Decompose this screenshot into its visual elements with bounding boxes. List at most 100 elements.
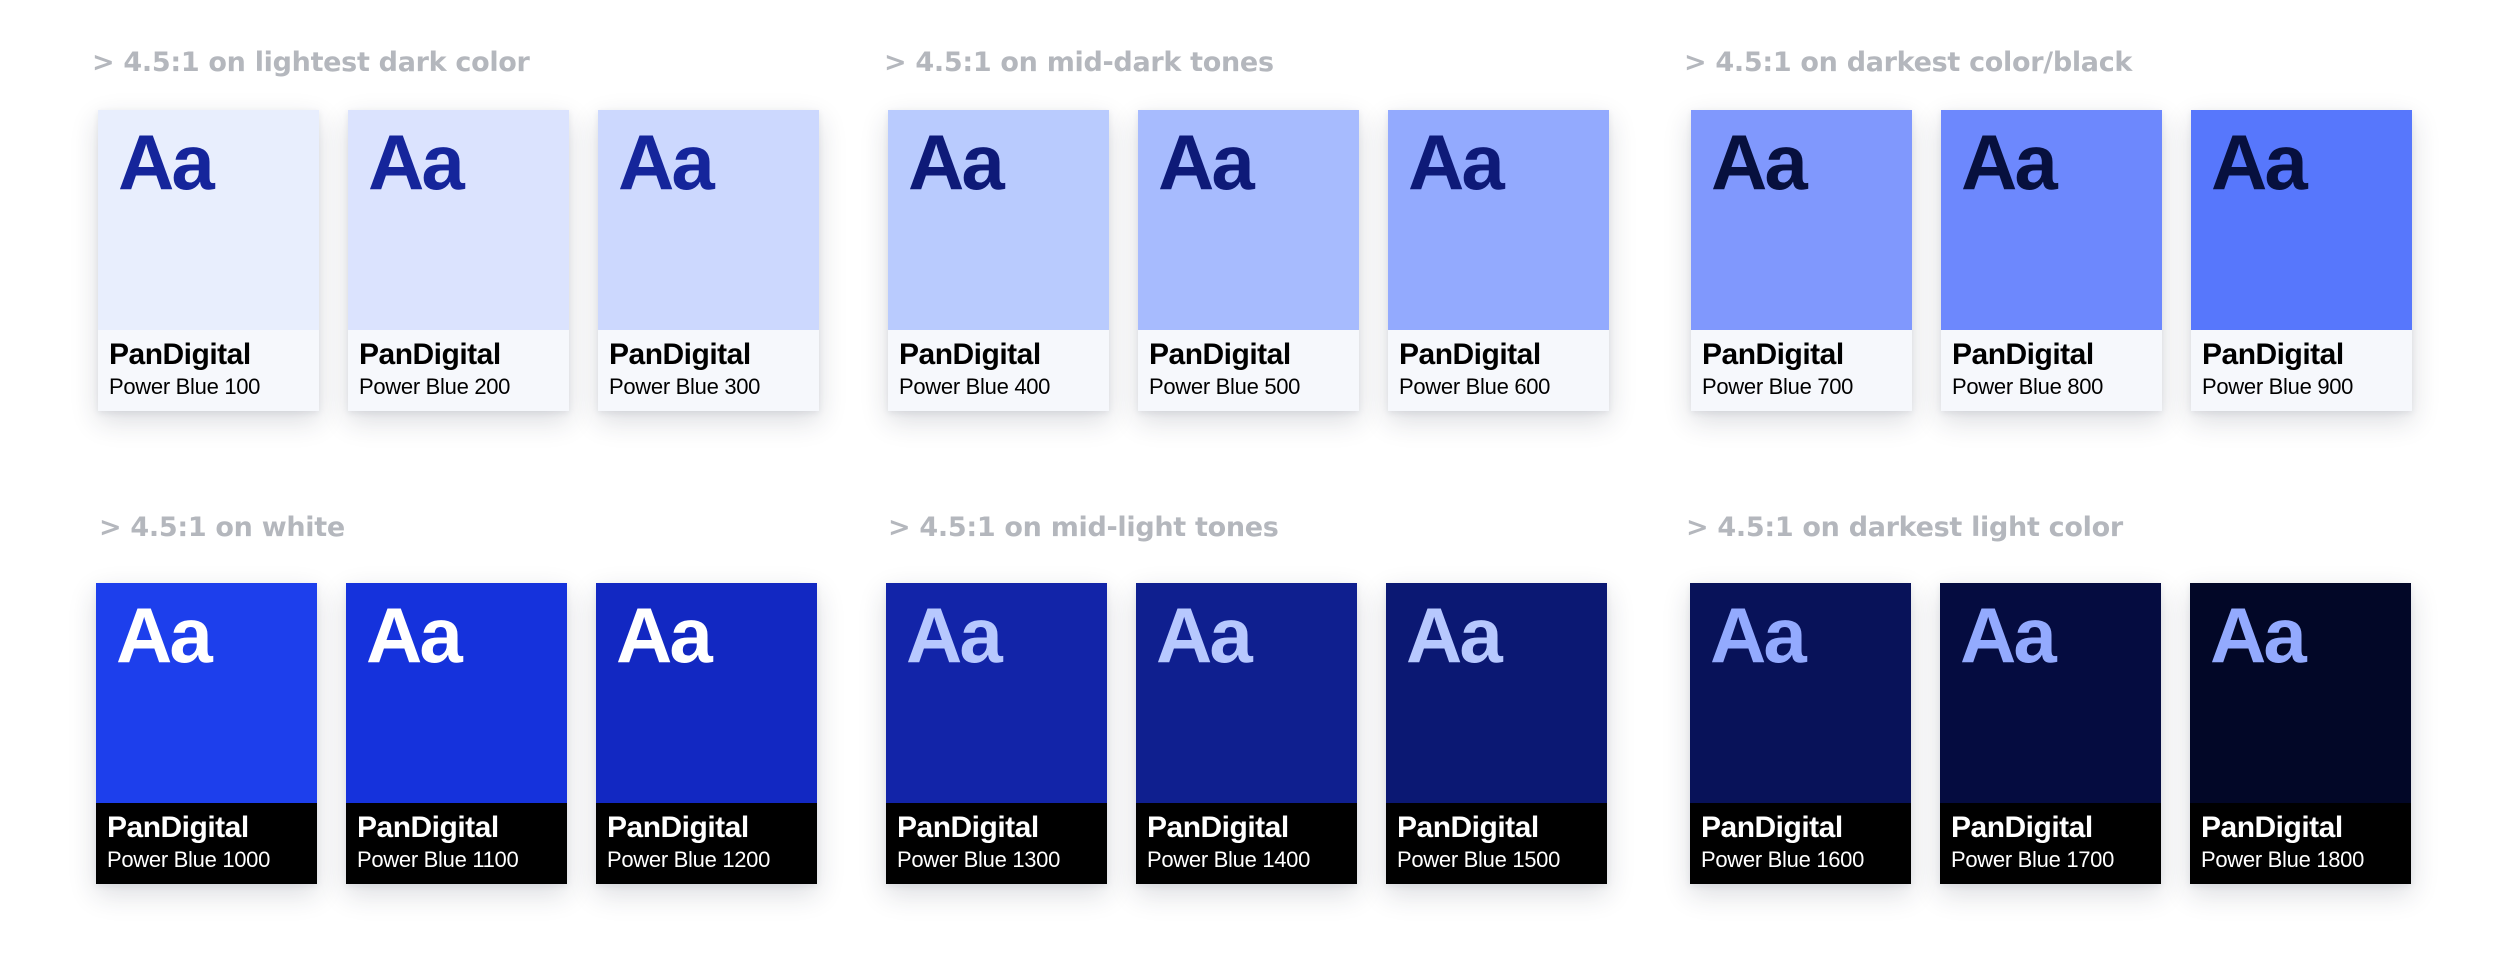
sample-text: Aa bbox=[366, 591, 463, 679]
sample-text: Aa bbox=[618, 118, 715, 206]
sample-text: Aa bbox=[1156, 591, 1253, 679]
color-swatch-card: Aa PanDigital Power Blue 1700 bbox=[1940, 583, 2161, 884]
swatch-color-block: Aa bbox=[1691, 110, 1912, 330]
color-swatch-card: Aa PanDigital Power Blue 1400 bbox=[1136, 583, 1357, 884]
color-name: Power Blue 1100 bbox=[357, 847, 519, 872]
swatch-label: PanDigital Power Blue 700 bbox=[1691, 330, 1912, 411]
brand-name: PanDigital bbox=[1951, 811, 2093, 844]
brand-name: PanDigital bbox=[109, 338, 251, 371]
brand-name: PanDigital bbox=[607, 811, 749, 844]
swatch-label: PanDigital Power Blue 500 bbox=[1138, 330, 1359, 411]
color-swatch-card: Aa PanDigital Power Blue 100 bbox=[98, 110, 319, 411]
sample-text: Aa bbox=[2211, 118, 2308, 206]
brand-name: PanDigital bbox=[1701, 811, 1843, 844]
swatch-color-block: Aa bbox=[348, 110, 569, 330]
color-swatch-card: Aa PanDigital Power Blue 1800 bbox=[2190, 583, 2411, 884]
sample-text: Aa bbox=[2210, 591, 2307, 679]
sample-text: Aa bbox=[368, 118, 465, 206]
brand-name: PanDigital bbox=[1399, 338, 1541, 371]
swatch-label: PanDigital Power Blue 200 bbox=[348, 330, 569, 411]
swatch-label: PanDigital Power Blue 1500 bbox=[1386, 803, 1607, 884]
group-heading-darkest-color-black: > 4.5:1 on darkest color/black bbox=[1684, 47, 2133, 78]
color-swatch-card: Aa PanDigital Power Blue 1500 bbox=[1386, 583, 1607, 884]
swatch-color-block: Aa bbox=[598, 110, 819, 330]
color-name: Power Blue 1700 bbox=[1951, 847, 2115, 872]
brand-name: PanDigital bbox=[1397, 811, 1539, 844]
brand-name: PanDigital bbox=[1149, 338, 1291, 371]
group-heading-mid-light-tones: > 4.5:1 on mid-light tones bbox=[888, 512, 1279, 543]
color-swatch-card: Aa PanDigital Power Blue 500 bbox=[1138, 110, 1359, 411]
brand-name: PanDigital bbox=[359, 338, 501, 371]
sample-text: Aa bbox=[1961, 118, 2058, 206]
brand-name: PanDigital bbox=[1952, 338, 2094, 371]
swatch-label: PanDigital Power Blue 1100 bbox=[346, 803, 567, 884]
color-name: Power Blue 500 bbox=[1149, 374, 1301, 399]
swatch-color-block: Aa bbox=[96, 583, 317, 803]
brand-name: PanDigital bbox=[2201, 811, 2343, 844]
color-name: Power Blue 1800 bbox=[2201, 847, 2365, 872]
group-heading-white: > 4.5:1 on white bbox=[99, 512, 345, 543]
color-name: Power Blue 400 bbox=[899, 374, 1051, 399]
color-name: Power Blue 1500 bbox=[1397, 847, 1561, 872]
swatch-label: PanDigital Power Blue 1400 bbox=[1136, 803, 1357, 884]
sample-text: Aa bbox=[1960, 591, 2057, 679]
brand-name: PanDigital bbox=[1147, 811, 1289, 844]
swatch-color-block: Aa bbox=[1941, 110, 2162, 330]
swatch-color-block: Aa bbox=[1690, 583, 1911, 803]
swatch-color-block: Aa bbox=[1386, 583, 1607, 803]
color-name: Power Blue 900 bbox=[2202, 374, 2354, 399]
swatch-color-block: Aa bbox=[2191, 110, 2412, 330]
sample-text: Aa bbox=[906, 591, 1003, 679]
swatch-label: PanDigital Power Blue 400 bbox=[888, 330, 1109, 411]
brand-name: PanDigital bbox=[897, 811, 1039, 844]
color-swatch-card: Aa PanDigital Power Blue 700 bbox=[1691, 110, 1912, 411]
color-name: Power Blue 1300 bbox=[897, 847, 1061, 872]
color-swatch-card: Aa PanDigital Power Blue 1200 bbox=[596, 583, 817, 884]
swatch-label: PanDigital Power Blue 1800 bbox=[2190, 803, 2411, 884]
color-swatch-card: Aa PanDigital Power Blue 400 bbox=[888, 110, 1109, 411]
sample-text: Aa bbox=[1158, 118, 1255, 206]
sample-text: Aa bbox=[1710, 591, 1807, 679]
color-name: Power Blue 600 bbox=[1399, 374, 1551, 399]
sample-text: Aa bbox=[616, 591, 713, 679]
color-name: Power Blue 200 bbox=[359, 374, 511, 399]
swatch-color-block: Aa bbox=[1136, 583, 1357, 803]
color-name: Power Blue 1400 bbox=[1147, 847, 1311, 872]
color-name: Power Blue 100 bbox=[109, 374, 261, 399]
color-swatch-card: Aa PanDigital Power Blue 800 bbox=[1941, 110, 2162, 411]
sample-text: Aa bbox=[116, 591, 213, 679]
swatch-color-block: Aa bbox=[1138, 110, 1359, 330]
sample-text: Aa bbox=[1406, 591, 1503, 679]
swatch-color-block: Aa bbox=[596, 583, 817, 803]
swatch-label: PanDigital Power Blue 100 bbox=[98, 330, 319, 411]
swatch-color-block: Aa bbox=[888, 110, 1109, 330]
swatch-color-block: Aa bbox=[346, 583, 567, 803]
brand-name: PanDigital bbox=[899, 338, 1041, 371]
swatch-label: PanDigital Power Blue 1000 bbox=[96, 803, 317, 884]
group-heading-lightest-dark-color: > 4.5:1 on lightest dark color bbox=[92, 47, 530, 78]
sample-text: Aa bbox=[1711, 118, 1808, 206]
color-name: Power Blue 800 bbox=[1952, 374, 2104, 399]
swatch-label: PanDigital Power Blue 1600 bbox=[1690, 803, 1911, 884]
color-swatch-card: Aa PanDigital Power Blue 200 bbox=[348, 110, 569, 411]
swatch-label: PanDigital Power Blue 1700 bbox=[1940, 803, 2161, 884]
swatch-label: PanDigital Power Blue 800 bbox=[1941, 330, 2162, 411]
brand-name: PanDigital bbox=[357, 811, 499, 844]
swatch-label: PanDigital Power Blue 300 bbox=[598, 330, 819, 411]
swatch-label: PanDigital Power Blue 1200 bbox=[596, 803, 817, 884]
swatch-color-block: Aa bbox=[98, 110, 319, 330]
color-name: Power Blue 1000 bbox=[107, 847, 271, 872]
brand-name: PanDigital bbox=[2202, 338, 2344, 371]
brand-name: PanDigital bbox=[1702, 338, 1844, 371]
group-heading-darkest-light-color: > 4.5:1 on darkest light color bbox=[1686, 512, 2123, 543]
color-swatch-card: Aa PanDigital Power Blue 1600 bbox=[1690, 583, 1911, 884]
swatch-label: PanDigital Power Blue 1300 bbox=[886, 803, 1107, 884]
swatch-color-block: Aa bbox=[886, 583, 1107, 803]
sample-text: Aa bbox=[118, 118, 215, 206]
color-swatch-card: Aa PanDigital Power Blue 1000 bbox=[96, 583, 317, 884]
color-swatch-card: Aa PanDigital Power Blue 1300 bbox=[886, 583, 1107, 884]
brand-name: PanDigital bbox=[107, 811, 249, 844]
color-name: Power Blue 1200 bbox=[607, 847, 771, 872]
color-swatch-card: Aa PanDigital Power Blue 300 bbox=[598, 110, 819, 411]
swatch-color-block: Aa bbox=[2190, 583, 2411, 803]
